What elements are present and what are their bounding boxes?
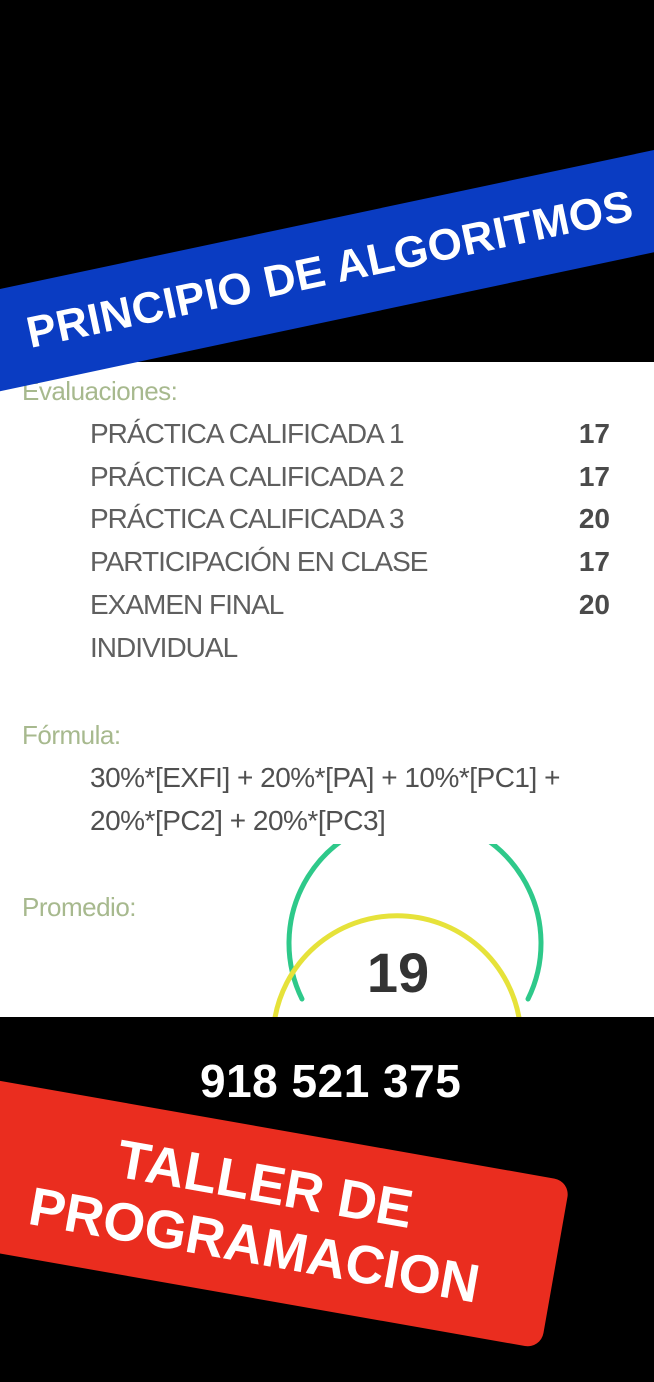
evaluation-row: PRÁCTICA CALIFICADA 3 20 — [90, 503, 610, 537]
evaluation-name: EXAMEN FINAL — [90, 589, 284, 620]
formula-text-line-2: 20%*[PC2] + 20%*[PC3] — [90, 805, 386, 836]
evaluation-row: PRÁCTICA CALIFICADA 2 17 — [90, 461, 610, 495]
evaluation-name-continued: INDIVIDUAL — [90, 632, 238, 663]
evaluation-row: PARTICIPACIÓN EN CLASE 17 — [90, 546, 610, 580]
evaluation-name: PARTICIPACIÓN EN CLASE — [90, 546, 428, 577]
grade-flyer: Evaluaciones: PRÁCTICA CALIFICADA 1 17 P… — [0, 0, 654, 1382]
evaluation-row: PRÁCTICA CALIFICADA 1 17 — [90, 418, 610, 452]
evaluation-score: 17 — [578, 546, 610, 577]
title-banner: PRINCIPIO DE ALGORITMOS — [0, 146, 654, 394]
workshop-banner: TALLER DE PROGRAMACION — [0, 1077, 571, 1349]
average-value: 19 — [366, 941, 430, 1004]
evaluation-row: EXAMEN FINAL 20 — [90, 589, 610, 623]
title-banner-text: PRINCIPIO DE ALGORITMOS — [22, 181, 638, 358]
formula-label: Fórmula: — [22, 720, 121, 750]
formula-text-line-1: 30%*[EXFI] + 20%*[PA] + 10%*[PC1] + — [90, 762, 560, 793]
evaluation-name: PRÁCTICA CALIFICADA 2 — [90, 461, 405, 492]
grades-panel: Evaluaciones: PRÁCTICA CALIFICADA 1 17 P… — [0, 362, 654, 1017]
evaluation-score: 17 — [578, 418, 610, 449]
evaluation-score: 20 — [578, 503, 610, 534]
evaluation-name: PRÁCTICA CALIFICADA 3 — [90, 503, 405, 534]
evaluation-name: PRÁCTICA CALIFICADA 1 — [90, 418, 405, 449]
average-label: Promedio: — [22, 892, 137, 922]
evaluation-score: 20 — [578, 589, 610, 620]
evaluation-score: 17 — [578, 461, 610, 492]
phone-number: 918 521 375 — [200, 1055, 462, 1107]
